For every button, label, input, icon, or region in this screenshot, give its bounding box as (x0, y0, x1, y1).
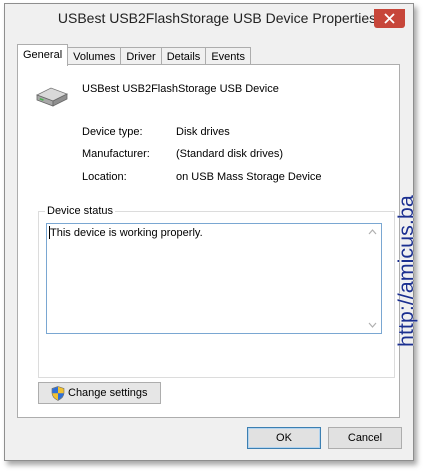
tab-driver[interactable]: Driver (120, 47, 162, 65)
scroll-up-icon[interactable] (368, 229, 377, 235)
manufacturer-label: Manufacturer: (82, 148, 150, 160)
device-status-label: Device status (45, 205, 116, 217)
device-status-textbox[interactable]: This device is working properly. (46, 223, 382, 334)
change-settings-label: Change settings (68, 387, 148, 399)
device-name: USBest USB2FlashStorage USB Device (82, 83, 279, 95)
title-bar[interactable]: USBest USB2FlashStorage USB Device Prope… (5, 4, 413, 34)
disk-drive-icon (36, 87, 68, 107)
watermark-url: http://amicus.ba (393, 164, 421, 350)
close-icon (384, 13, 395, 24)
window-title: USBest USB2FlashStorage USB Device Prope… (57, 10, 377, 26)
change-settings-button[interactable]: Change settings (38, 382, 161, 404)
location-label: Location: (82, 171, 127, 183)
device-type-value: Disk drives (176, 126, 230, 138)
tab-events[interactable]: Events (205, 47, 251, 65)
cancel-button[interactable]: Cancel (328, 427, 402, 449)
device-status-text: This device is working properly. (50, 227, 203, 239)
tab-volumes[interactable]: Volumes (67, 47, 122, 65)
device-type-label: Device type: (82, 126, 143, 138)
scroll-down-icon[interactable] (368, 322, 377, 328)
close-button[interactable] (374, 9, 405, 28)
general-tab-panel: USBest USB2FlashStorage USB Device Devic… (17, 64, 400, 418)
uac-shield-icon (51, 385, 65, 401)
ok-button[interactable]: OK (247, 427, 321, 449)
tab-details[interactable]: Details (160, 47, 207, 65)
location-value: on USB Mass Storage Device (176, 171, 322, 183)
manufacturer-value: (Standard disk drives) (176, 148, 283, 160)
tab-general[interactable]: General (17, 44, 69, 66)
tab-strip: General Volumes Driver Details Events (17, 44, 251, 66)
watermark-text: http://amicus.ba (394, 195, 418, 347)
properties-dialog: USBest USB2FlashStorage USB Device Prope… (4, 3, 414, 461)
status-scrollbar[interactable] (364, 224, 381, 333)
